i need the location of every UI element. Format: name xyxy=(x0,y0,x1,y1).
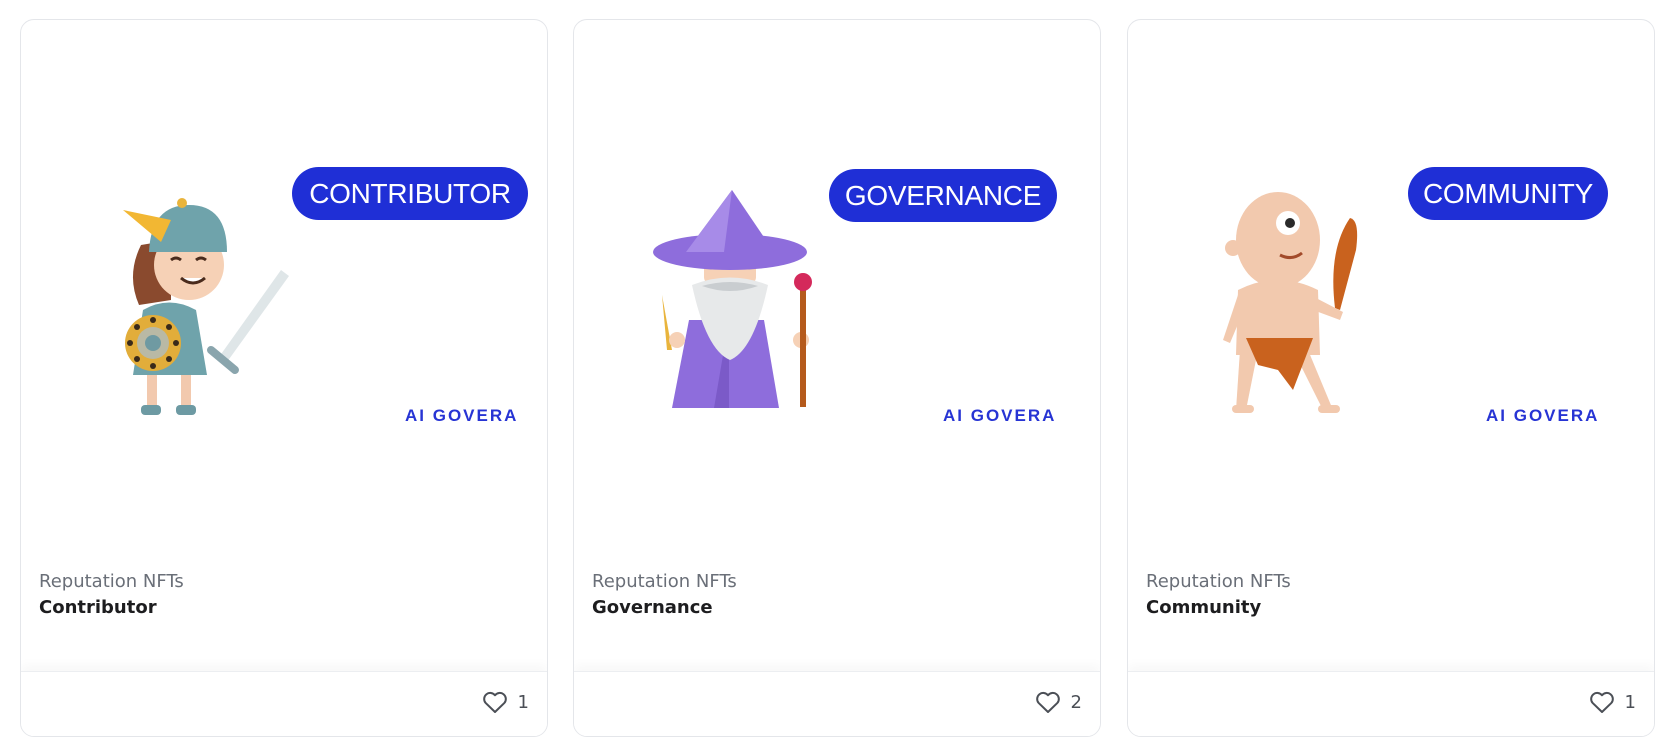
valkyrie-warrior-icon xyxy=(123,198,289,415)
nft-card-governance[interactable]: GOVERNANCE AI GOVERA Reputation NFTs Gov… xyxy=(573,19,1101,737)
like-button[interactable]: 1 xyxy=(1589,690,1636,714)
like-count: 2 xyxy=(1070,691,1082,713)
card-meta: Reputation NFTs Contributor xyxy=(39,569,184,621)
like-count: 1 xyxy=(1624,691,1636,713)
nft-title[interactable]: Contributor xyxy=(39,595,184,621)
heart-icon xyxy=(1589,691,1614,713)
heart-icon xyxy=(482,691,507,713)
nft-title[interactable]: Governance xyxy=(592,595,737,621)
nft-artwork[interactable]: GOVERNANCE AI GOVERA xyxy=(574,20,1100,560)
collection-name[interactable]: Reputation NFTs xyxy=(39,569,184,595)
card-meta: Reputation NFTs Community xyxy=(1146,569,1291,621)
card-footer: 1 xyxy=(1128,671,1654,736)
heart-icon xyxy=(1035,691,1060,713)
badge-label: CONTRIBUTOR xyxy=(292,167,528,220)
cyclops-caveman-icon xyxy=(1223,192,1358,413)
badge-label: COMMUNITY xyxy=(1408,167,1608,220)
collection-name[interactable]: Reputation NFTs xyxy=(592,569,737,595)
brand-logo: AI GOVERA xyxy=(1486,406,1600,425)
wizard-icon xyxy=(653,190,812,408)
card-footer: 1 xyxy=(21,671,547,736)
card-meta: Reputation NFTs Governance xyxy=(592,569,737,621)
brand-logo: AI GOVERA xyxy=(943,406,1057,425)
nft-card-community[interactable]: COMMUNITY AI GOVERA Reputation NFTs Comm… xyxy=(1127,19,1655,737)
card-footer: 2 xyxy=(574,671,1100,736)
brand-logo: AI GOVERA xyxy=(405,406,519,425)
nft-artwork[interactable]: COMMUNITY AI GOVERA xyxy=(1128,20,1654,560)
nft-card-contributor[interactable]: CONTRIBUTOR AI GOVERA Reputation NFTs Co… xyxy=(20,19,548,737)
like-count: 1 xyxy=(517,691,529,713)
nft-title[interactable]: Community xyxy=(1146,595,1291,621)
collection-name[interactable]: Reputation NFTs xyxy=(1146,569,1291,595)
like-button[interactable]: 2 xyxy=(1035,690,1082,714)
nft-artwork[interactable]: CONTRIBUTOR AI GOVERA xyxy=(21,20,547,560)
badge-label: GOVERNANCE xyxy=(829,169,1057,222)
like-button[interactable]: 1 xyxy=(482,690,529,714)
